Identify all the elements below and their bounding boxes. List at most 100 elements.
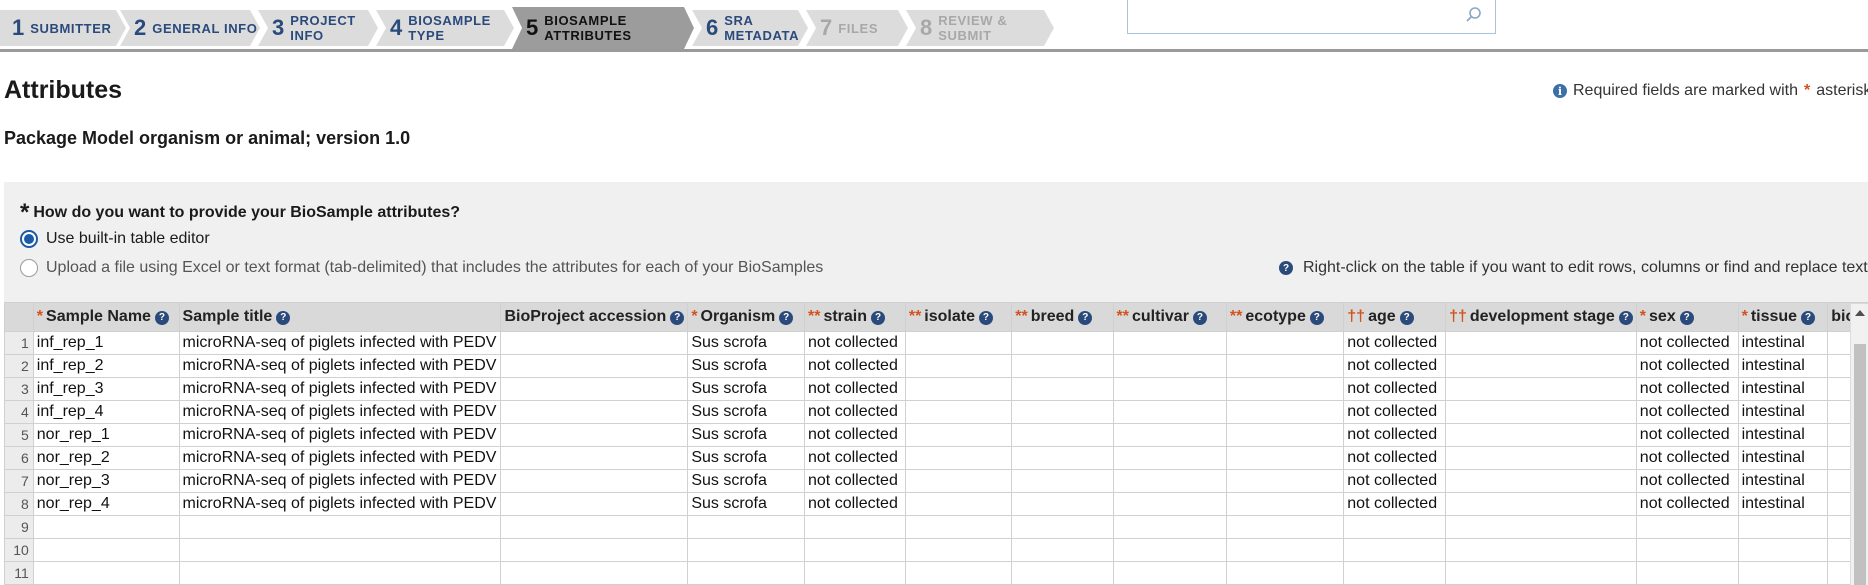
scrollbar-thumb[interactable] xyxy=(1854,344,1866,585)
table-cell[interactable] xyxy=(1112,561,1227,585)
table-cell[interactable]: not collected xyxy=(1635,423,1739,447)
table-cell[interactable]: microRNA-seq of piglets infected with PE… xyxy=(178,469,502,493)
table-cell[interactable] xyxy=(1445,446,1637,470)
row-number[interactable]: 7 xyxy=(4,469,34,493)
row-number[interactable]: 5 xyxy=(4,423,34,447)
table-cell[interactable] xyxy=(1737,561,1829,585)
table-cell[interactable]: not collected xyxy=(804,446,906,470)
table-cell[interactable] xyxy=(1011,469,1114,493)
table-cell[interactable]: microRNA-seq of piglets infected with PE… xyxy=(178,354,502,378)
column-header[interactable]: Sample title? xyxy=(178,302,502,332)
table-cell[interactable]: microRNA-seq of piglets infected with PE… xyxy=(178,423,502,447)
table-cell[interactable]: nor_rep_3 xyxy=(32,469,180,493)
table-cell[interactable] xyxy=(500,354,689,378)
table-cell[interactable] xyxy=(1225,538,1345,562)
table-cell[interactable] xyxy=(1011,423,1114,447)
help-icon[interactable]: ? xyxy=(276,310,291,325)
help-icon[interactable]: ? xyxy=(1801,310,1816,325)
table-cell[interactable] xyxy=(1737,538,1829,562)
table-cell[interactable]: intestinal xyxy=(1737,492,1829,516)
table-cell[interactable] xyxy=(1011,492,1114,516)
table-cell[interactable]: not collected xyxy=(804,377,906,401)
table-scrollbar[interactable] xyxy=(1850,304,1868,585)
column-header[interactable]: ** strain? xyxy=(804,302,906,332)
table-cell[interactable] xyxy=(904,423,1013,447)
table-cell[interactable]: nor_rep_4 xyxy=(32,492,180,516)
help-icon[interactable]: ? xyxy=(1192,310,1207,325)
table-cell[interactable]: not collected xyxy=(804,492,906,516)
table-cell[interactable] xyxy=(1112,538,1227,562)
column-header[interactable]: ** breed? xyxy=(1011,302,1114,332)
help-icon[interactable]: ? xyxy=(1618,310,1633,325)
table-cell[interactable] xyxy=(1112,400,1227,424)
scroll-up-icon[interactable] xyxy=(1855,310,1865,316)
table-cell[interactable]: not collected xyxy=(1343,400,1447,424)
row-number[interactable]: 8 xyxy=(4,492,34,516)
table-cell[interactable]: not collected xyxy=(804,469,906,493)
column-header[interactable]: * Organism? xyxy=(687,302,805,332)
table-cell[interactable]: Sus scrofa xyxy=(687,469,805,493)
table-cell[interactable] xyxy=(500,400,689,424)
table-cell[interactable]: not collected xyxy=(1343,377,1447,401)
help-icon[interactable]: ? xyxy=(1279,261,1293,275)
table-cell[interactable] xyxy=(178,515,502,539)
table-cell[interactable]: Sus scrofa xyxy=(687,354,805,378)
table-cell[interactable]: not collected xyxy=(804,331,906,355)
table-cell[interactable]: not collected xyxy=(804,354,906,378)
help-icon[interactable]: ? xyxy=(779,310,794,325)
table-cell[interactable] xyxy=(687,561,805,585)
table-cell[interactable] xyxy=(1011,400,1114,424)
help-icon[interactable]: ? xyxy=(154,310,169,325)
table-cell[interactable] xyxy=(178,561,502,585)
table-cell[interactable] xyxy=(1112,377,1227,401)
table-cell[interactable]: intestinal xyxy=(1737,354,1829,378)
table-cell[interactable] xyxy=(1445,423,1637,447)
step-sra-metadata[interactable]: 6 SRA METADATA xyxy=(692,10,808,46)
table-cell[interactable] xyxy=(904,492,1013,516)
column-header[interactable]: * sex? xyxy=(1635,302,1739,332)
step-submitter[interactable]: 1 SUBMITTER xyxy=(0,10,126,46)
table-cell[interactable] xyxy=(1112,515,1227,539)
row-number[interactable]: 3 xyxy=(4,377,34,401)
table-cell[interactable] xyxy=(904,515,1013,539)
table-cell[interactable] xyxy=(1225,446,1345,470)
column-header[interactable]: * Sample Name? xyxy=(32,302,180,332)
table-cell[interactable] xyxy=(1011,515,1114,539)
table-cell[interactable]: not collected xyxy=(1343,492,1447,516)
table-cell[interactable] xyxy=(1737,515,1829,539)
table-cell[interactable] xyxy=(904,469,1013,493)
table-cell[interactable]: not collected xyxy=(1343,354,1447,378)
table-cell[interactable] xyxy=(1225,515,1345,539)
table-cell[interactable]: intestinal xyxy=(1737,446,1829,470)
table-cell[interactable] xyxy=(904,446,1013,470)
table-cell[interactable]: microRNA-seq of piglets infected with PE… xyxy=(178,446,502,470)
table-cell[interactable]: not collected xyxy=(1343,331,1447,355)
table-cell[interactable] xyxy=(178,538,502,562)
step-general-info[interactable]: 2 GENERAL INFO xyxy=(120,10,260,46)
help-icon[interactable]: ? xyxy=(1078,310,1093,325)
table-cell[interactable] xyxy=(1343,538,1447,562)
table-cell[interactable] xyxy=(1112,331,1227,355)
column-header[interactable]: ** ecotype? xyxy=(1225,302,1345,332)
table-cell[interactable] xyxy=(904,377,1013,401)
table-cell[interactable]: Sus scrofa xyxy=(687,492,805,516)
table-cell[interactable]: intestinal xyxy=(1737,331,1829,355)
table-cell[interactable] xyxy=(687,515,805,539)
step-project-info[interactable]: 3 PROJECT INFO xyxy=(258,10,378,46)
table-cell[interactable] xyxy=(500,423,689,447)
table-cell[interactable]: not collected xyxy=(1635,446,1739,470)
table-cell[interactable] xyxy=(500,561,689,585)
table-cell[interactable] xyxy=(1635,561,1739,585)
table-cell[interactable]: Sus scrofa xyxy=(687,377,805,401)
table-cell[interactable]: Sus scrofa xyxy=(687,423,805,447)
table-cell[interactable] xyxy=(1225,377,1345,401)
table-cell[interactable]: not collected xyxy=(1635,469,1739,493)
table-cell[interactable] xyxy=(500,492,689,516)
table-cell[interactable] xyxy=(1225,469,1345,493)
table-cell[interactable]: not collected xyxy=(804,423,906,447)
table-cell[interactable] xyxy=(500,446,689,470)
table-cell[interactable] xyxy=(904,331,1013,355)
table-cell[interactable] xyxy=(1225,354,1345,378)
column-header[interactable]: †† development stage? xyxy=(1445,302,1637,332)
table-cell[interactable] xyxy=(687,538,805,562)
